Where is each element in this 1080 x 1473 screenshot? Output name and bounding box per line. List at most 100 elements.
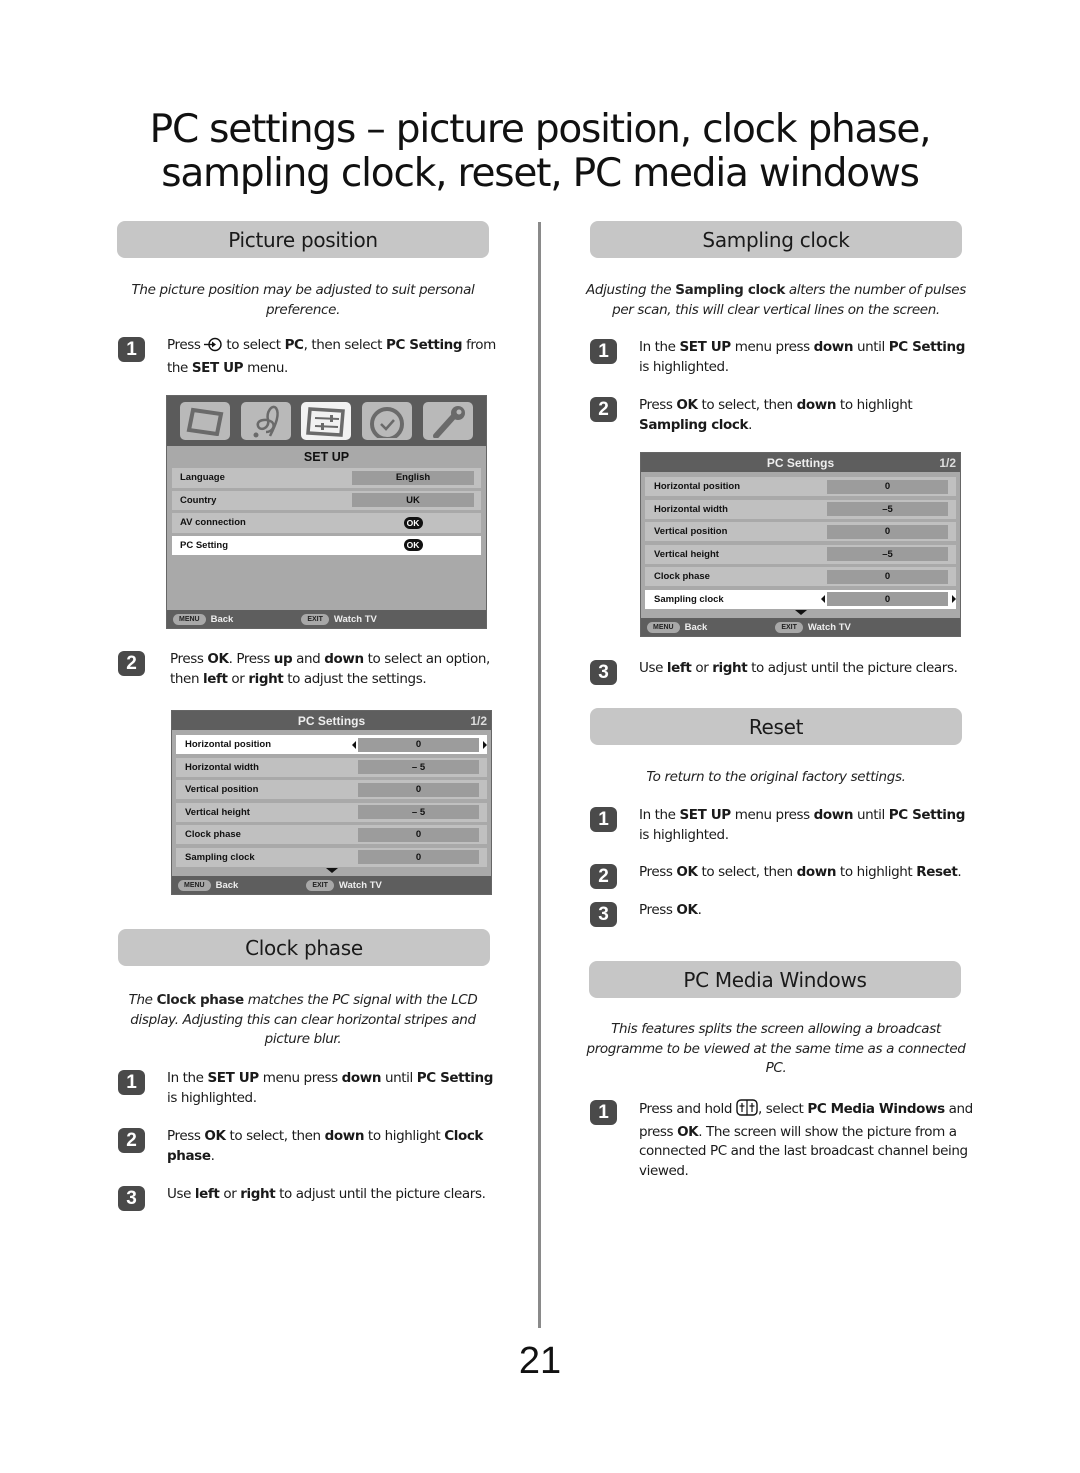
pc-settings-row[interactable]: Vertical height – 5 xyxy=(176,802,487,822)
timer-icon xyxy=(362,402,413,440)
step-number: 2 xyxy=(590,864,617,889)
reset-intro: To return to the original factory settin… xyxy=(646,769,906,785)
page-indicator: 1/2 xyxy=(470,713,487,728)
scroll-down-icon xyxy=(794,610,807,615)
arrow-right-icon[interactable] xyxy=(483,740,487,749)
pc-settings-row[interactable]: Horizontal position 0 xyxy=(176,735,487,754)
pc-settings-row-label: Sampling clock xyxy=(654,593,724,605)
arrow-left-icon[interactable] xyxy=(821,595,825,603)
sampling-clock-intro: Adjusting the Sampling clock alters the … xyxy=(586,282,966,318)
pc-settings-title: PC Settings xyxy=(766,455,835,470)
section-header-clock-phase: Clock phase xyxy=(118,929,490,966)
setup-menu-row[interactable]: Language English xyxy=(172,468,481,488)
menu-icon-bar xyxy=(167,396,486,446)
pc-settings-row[interactable]: Vertical position 0 xyxy=(176,780,487,799)
sampling-clock-step-2: 2 Press OK to select, then down to highl… xyxy=(590,396,975,435)
pc-settings-row[interactable]: Sampling clock 0 xyxy=(176,847,487,867)
step-text: Press OK to select, then down to highlig… xyxy=(639,864,962,880)
reset-step-3: 3 Press OK. xyxy=(590,901,975,927)
step-text: Press OK to select, then down to highlig… xyxy=(639,397,913,433)
section-header-sampling-clock: Sampling clock xyxy=(590,221,962,258)
pc-settings-row[interactable]: Vertical height –5 xyxy=(645,544,956,564)
pc-settings-row-value: – 5 xyxy=(358,805,479,819)
step-number: 1 xyxy=(590,339,617,364)
pc-settings-footer: MENU Back EXIT Watch TV xyxy=(172,876,491,894)
watch-tv-label: Watch TV xyxy=(333,613,377,625)
setup-menu-row[interactable]: PC Setting OK xyxy=(172,535,481,555)
pc-settings-row[interactable]: Clock phase 0 xyxy=(176,825,487,844)
pc-settings-row[interactable]: Vertical position 0 xyxy=(645,522,956,541)
step-number: 3 xyxy=(590,902,617,927)
pc-settings-row-label: Vertical position xyxy=(185,784,259,795)
pc-settings-title-bar: PC Settings 1/2 xyxy=(172,711,491,730)
step-number: 3 xyxy=(118,1186,145,1211)
pc-settings-row-value: 0 xyxy=(358,827,479,842)
step-number: 2 xyxy=(118,651,145,676)
pc-settings-title: PC Settings xyxy=(297,713,366,728)
input-select-icon xyxy=(204,337,223,359)
pc-media-windows-step-1: 1 Press and hold , select PC Media Windo… xyxy=(590,1099,975,1181)
setup-icon xyxy=(301,402,352,440)
menu-key-icon: MENU xyxy=(178,879,211,891)
watch-tv-label: Watch TV xyxy=(338,879,382,891)
split-screen-icon xyxy=(736,1099,758,1123)
pc-settings-row-label: Horizontal width xyxy=(654,503,728,515)
page-indicator: 1/2 xyxy=(939,455,956,470)
pc-settings-row[interactable]: Horizontal width – 5 xyxy=(176,757,487,777)
step-text: Press and hold , select PC Media Windows… xyxy=(639,1099,973,1179)
pc-settings-row-value: 0 xyxy=(827,479,948,494)
setup-menu-row[interactable]: AV connection OK xyxy=(172,513,481,533)
pc-settings-footer: MENU Back EXIT Watch TV xyxy=(641,618,960,636)
section-header-picture-position: Picture position xyxy=(117,221,489,258)
pc-settings-row-label: Clock phase xyxy=(185,829,241,840)
step-text: In the SET UP menu press down until PC S… xyxy=(639,339,965,375)
pc-settings-row-value: 0 xyxy=(827,524,948,539)
pc-settings-row-value: –5 xyxy=(827,547,948,561)
pc-settings-row-value: 0 xyxy=(358,737,479,752)
setup-menu-screen: SET UP Language English Country UK AV connec… xyxy=(166,395,487,629)
sound-icon xyxy=(240,402,291,440)
section-header-reset: Reset xyxy=(590,708,962,745)
setup-menu-footer: MENU Back EXIT Watch TV xyxy=(167,610,486,628)
pc-settings-row-value: 0 xyxy=(827,592,948,606)
reset-step-2: 2 Press OK to select, then down to highl… xyxy=(590,863,975,889)
picture-position-intro: The picture position may be adjusted to … xyxy=(131,282,475,318)
column-divider xyxy=(538,222,541,1328)
pc-settings-row[interactable]: Clock phase 0 xyxy=(645,567,956,586)
clock-phase-step-2: 2 Press OK to select, then down to highl… xyxy=(118,1127,503,1166)
pc-media-windows-intro: This features splits the screen allowing… xyxy=(586,1021,966,1076)
pc-settings-row-label: Sampling clock xyxy=(185,851,255,863)
picture-icon xyxy=(180,402,231,440)
setup-menu-row-label: Country xyxy=(180,494,217,506)
pc-settings-row[interactable]: Horizontal width –5 xyxy=(645,499,956,519)
pc-settings-row-label: Clock phase xyxy=(654,571,710,582)
pc-settings-row-label: Vertical height xyxy=(654,548,719,560)
arrow-right-icon[interactable] xyxy=(952,595,956,603)
setup-menu-row[interactable]: Country UK xyxy=(172,490,481,510)
back-label: Back xyxy=(210,613,234,625)
pc-settings-row-value: –5 xyxy=(827,502,948,516)
setup-menu-title: SET UP xyxy=(303,450,350,464)
step-text: In the SET UP menu press down until PC S… xyxy=(167,1070,493,1106)
pc-settings-row-label: Vertical position xyxy=(654,526,728,537)
menu-key-icon: MENU xyxy=(173,613,206,625)
clock-phase-intro: The Clock phase matches the PC signal wi… xyxy=(128,992,478,1047)
pc-settings-row-value: – 5 xyxy=(358,760,479,774)
pc-settings-row[interactable]: Horizontal position 0 xyxy=(645,477,956,496)
pc-settings-row[interactable]: Sampling clock 0 xyxy=(645,589,956,609)
step-text: Press OK. Press up and down to select an… xyxy=(170,651,490,687)
pc-settings-row-value: 0 xyxy=(827,569,948,584)
pc-settings-row-label: Horizontal position xyxy=(185,739,272,750)
picture-position-step-1: 1 Press to select PC, then select PC Set… xyxy=(118,336,498,378)
step-number: 2 xyxy=(118,1128,145,1153)
ok-button-icon: OK xyxy=(403,539,423,552)
arrow-left-icon[interactable] xyxy=(352,740,356,749)
scroll-down-icon xyxy=(325,868,338,873)
step-text: Press OK to select, then down to highlig… xyxy=(167,1128,484,1164)
clock-phase-step-1: 1 In the SET UP menu press down until PC… xyxy=(118,1069,503,1108)
step-number: 1 xyxy=(118,1070,145,1095)
exit-key-icon: EXIT xyxy=(306,879,334,891)
step-number: 1 xyxy=(590,1100,617,1125)
step-text: In the SET UP menu press down until PC S… xyxy=(639,807,965,843)
pc-settings-row-label: Vertical height xyxy=(185,806,250,818)
